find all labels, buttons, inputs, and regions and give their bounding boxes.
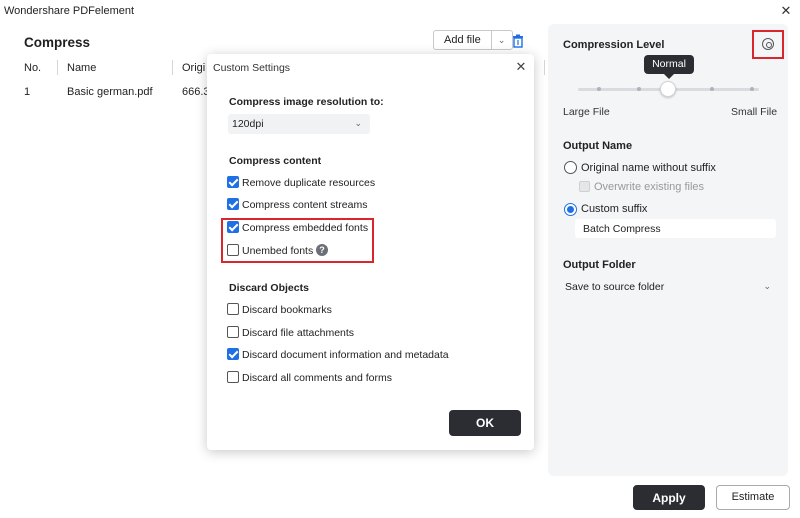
chevron-down-icon[interactable]: ⌄ (492, 31, 512, 49)
suffix-value: Batch Compress (583, 223, 661, 235)
ok-button[interactable]: OK (449, 410, 521, 436)
slider-tick[interactable] (710, 87, 714, 91)
page-title: Compress (24, 35, 91, 50)
estimate-button[interactable]: Estimate (716, 485, 790, 510)
slider-tick[interactable] (637, 87, 641, 91)
row-file-name[interactable]: Basic german.pdf (67, 86, 153, 98)
checkbox-discard-metadata[interactable] (227, 348, 239, 360)
slider-knob[interactable] (660, 81, 676, 97)
output-folder-select[interactable]: Save to source folder ⌄ (563, 278, 777, 297)
column-header-no[interactable]: No. (24, 62, 41, 74)
checkbox-compress-streams[interactable] (227, 198, 239, 210)
row-original-size: 666.3 (182, 86, 210, 98)
settings-icon[interactable] (762, 38, 774, 50)
checkbox-discard-attachments[interactable] (227, 326, 239, 338)
resolution-select[interactable]: 120dpi ⌄ (228, 114, 370, 134)
checkbox-label[interactable]: Compress content streams (242, 199, 367, 211)
resolution-heading: Compress image resolution to: (229, 96, 384, 108)
custom-suffix-label[interactable]: Custom suffix (581, 203, 647, 215)
dialog-close-icon[interactable]: ✕ (514, 60, 528, 74)
overwrite-checkbox[interactable] (579, 181, 590, 192)
trash-icon[interactable] (510, 33, 526, 49)
row-number: 1 (24, 86, 31, 98)
output-name-heading: Output Name (563, 140, 633, 152)
column-separator (57, 60, 58, 75)
suffix-input[interactable]: Batch Compress (575, 219, 776, 238)
compression-level-heading: Compression Level (563, 39, 665, 51)
checkbox-label[interactable]: Discard bookmarks (242, 304, 332, 316)
radio-original-name[interactable] (564, 161, 577, 174)
window-close-icon[interactable]: ✕ (777, 3, 795, 19)
apply-button[interactable]: Apply (633, 485, 705, 510)
original-name-label[interactable]: Original name without suffix (581, 162, 716, 174)
title-bar: Wondershare PDFelement ✕ (0, 0, 800, 22)
checkbox-remove-duplicates[interactable] (227, 176, 239, 188)
radio-custom-suffix[interactable] (564, 203, 577, 216)
slider-tick[interactable] (597, 87, 601, 91)
column-separator (172, 60, 173, 75)
checkbox-discard-comments[interactable] (227, 371, 239, 383)
small-file-label: Small File (731, 106, 778, 118)
overwrite-label: Overwrite existing files (594, 181, 705, 193)
compress-content-heading: Compress content (229, 155, 322, 167)
output-folder-heading: Output Folder (563, 259, 636, 271)
chevron-down-icon: ⌄ (354, 118, 362, 128)
checkbox-label[interactable]: Discard document information and metadat… (242, 349, 449, 361)
resolution-value: 120dpi (232, 118, 264, 130)
window-title: Wondershare PDFelement (4, 5, 135, 17)
add-file-split-button[interactable]: Add file ⌄ (433, 30, 513, 50)
column-header-original[interactable]: Origi (182, 62, 205, 74)
highlight-box (221, 218, 374, 263)
column-header-name[interactable]: Name (67, 62, 96, 74)
discard-objects-heading: Discard Objects (229, 282, 309, 294)
add-file-button[interactable]: Add file (434, 31, 492, 49)
large-file-label: Large File (563, 106, 610, 118)
checkbox-label[interactable]: Discard all comments and forms (242, 372, 392, 384)
output-folder-value: Save to source folder (565, 281, 665, 293)
checkbox-discard-bookmarks[interactable] (227, 303, 239, 315)
column-separator (544, 60, 545, 75)
slider-tick[interactable] (750, 87, 754, 91)
compression-tooltip: Normal (644, 55, 694, 79)
dialog-title: Custom Settings (213, 62, 291, 74)
chevron-down-icon: ⌄ (763, 281, 771, 291)
checkbox-label[interactable]: Discard file attachments (242, 327, 354, 339)
checkbox-label[interactable]: Remove duplicate resources (242, 177, 375, 189)
